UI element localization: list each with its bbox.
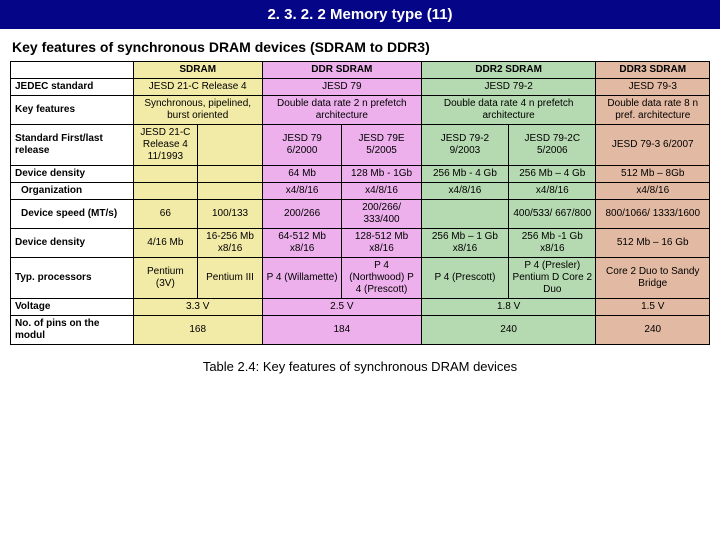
cell: 200/266/ 333/400 [342, 200, 421, 229]
hdr-ddr: DDR SDRAM [262, 62, 421, 79]
cell: P 4 (Willamette) [262, 258, 341, 299]
page-title: 2. 3. 2. 2 Memory type (11) [0, 0, 720, 29]
cell: 16-256 Mb x8/16 [198, 229, 263, 258]
cell: 240 [421, 316, 596, 345]
cell: 64 Mb [262, 166, 341, 183]
row-std: Standard First/last release [11, 125, 134, 166]
cell: x4/8/16 [509, 183, 596, 200]
cell: 2.5 V [262, 299, 421, 316]
row-jedec: JEDEC standard [11, 79, 134, 96]
caption: Table 2.4: Key features of synchronous D… [0, 345, 720, 374]
dram-table: SDRAM DDR SDRAM DDR2 SDRAM DDR3 SDRAM JE… [10, 61, 710, 345]
cell: 1.8 V [421, 299, 596, 316]
cell: 800/1066/ 1333/1600 [596, 200, 710, 229]
cell: 240 [596, 316, 710, 345]
cell: 168 [133, 316, 262, 345]
cell: Double data rate 2 n prefetch architectu… [262, 96, 421, 125]
cell: P 4 (Presler) Pentium D Core 2 Duo [509, 258, 596, 299]
cell [198, 125, 263, 166]
cell: 1.5 V [596, 299, 710, 316]
cell: JESD 79-2 9/2003 [421, 125, 508, 166]
cell: 256 Mb -1 Gb x8/16 [509, 229, 596, 258]
row-org: Organization [11, 183, 134, 200]
cell: Core 2 Duo to Sandy Bridge [596, 258, 710, 299]
cell [198, 166, 263, 183]
cell: JESD 79-2 [421, 79, 596, 96]
subtitle: Key features of synchronous DRAM devices… [0, 29, 720, 61]
cell [133, 166, 198, 183]
cell: 3.3 V [133, 299, 262, 316]
hdr-ddr3: DDR3 SDRAM [596, 62, 710, 79]
cell: JESD 79 [262, 79, 421, 96]
row-pins: No. of pins on the modul [11, 316, 134, 345]
cell: P 4 (Prescott) [421, 258, 508, 299]
cell: 400/533/ 667/800 [509, 200, 596, 229]
row-proc: Typ. processors [11, 258, 134, 299]
row-dens1: Device density [11, 166, 134, 183]
cell: P 4 (Northwood) P 4 (Prescott) [342, 258, 421, 299]
blank [11, 62, 134, 79]
cell: 512 Mb – 16 Gb [596, 229, 710, 258]
cell: JESD 79E 5/2005 [342, 125, 421, 166]
cell: JESD 79-2C 5/2006 [509, 125, 596, 166]
hdr-sdram: SDRAM [133, 62, 262, 79]
cell: Double data rate 8 n pref. architecture [596, 96, 710, 125]
cell: 100/133 [198, 200, 263, 229]
cell: 184 [262, 316, 421, 345]
cell: 256 Mb – 1 Gb x8/16 [421, 229, 508, 258]
cell: Double data rate 4 n prefetch architectu… [421, 96, 596, 125]
cell: 200/266 [262, 200, 341, 229]
cell [421, 200, 508, 229]
cell: 66 [133, 200, 198, 229]
cell: 128-512 Mb x8/16 [342, 229, 421, 258]
cell: x4/8/16 [596, 183, 710, 200]
hdr-ddr2: DDR2 SDRAM [421, 62, 596, 79]
cell: 4/16 Mb [133, 229, 198, 258]
cell: 256 Mb – 4 Gb [509, 166, 596, 183]
cell: JESD 21-C Release 4 [133, 79, 262, 96]
cell: Pentium III [198, 258, 263, 299]
cell: x4/8/16 [262, 183, 341, 200]
cell: 256 Mb - 4 Gb [421, 166, 508, 183]
cell: x4/8/16 [342, 183, 421, 200]
cell: JESD 79 6/2000 [262, 125, 341, 166]
row-dens2: Device density [11, 229, 134, 258]
cell: 512 Mb – 8Gb [596, 166, 710, 183]
cell: JESD 21-C Release 4 11/1993 [133, 125, 198, 166]
cell: x4/8/16 [421, 183, 508, 200]
cell: Pentium (3V) [133, 258, 198, 299]
cell: 64-512 Mb x8/16 [262, 229, 341, 258]
row-speed: Device speed (MT/s) [11, 200, 134, 229]
cell [198, 183, 263, 200]
cell [133, 183, 198, 200]
cell: 128 Mb - 1Gb [342, 166, 421, 183]
row-keyfeat: Key features [11, 96, 134, 125]
cell: Synchronous, pipelined, burst oriented [133, 96, 262, 125]
cell: JESD 79-3 6/2007 [596, 125, 710, 166]
cell: JESD 79-3 [596, 79, 710, 96]
row-volt: Voltage [11, 299, 134, 316]
